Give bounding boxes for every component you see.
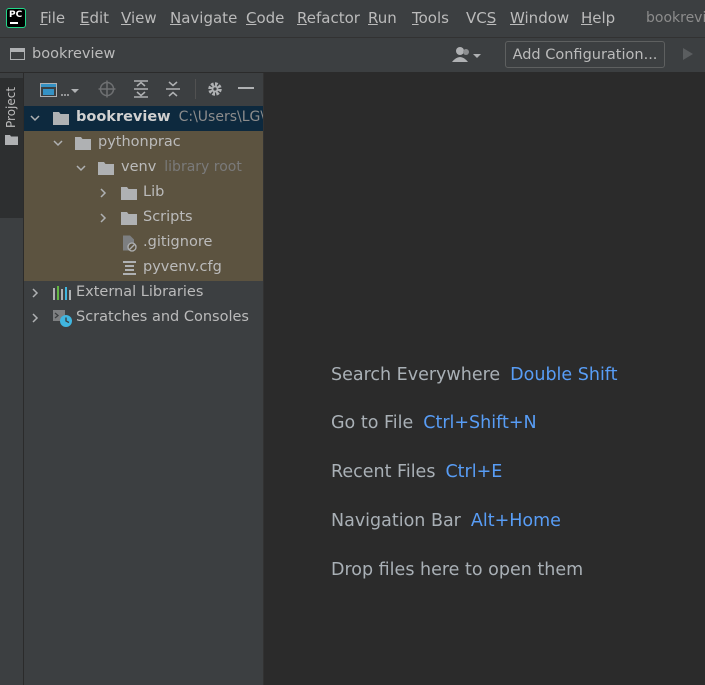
- tree-row-pythonprac[interactable]: pythonprac: [24, 131, 263, 156]
- project-panel: bookreview C:\Users\LG\ pythonprac venv li…: [24, 73, 264, 685]
- chevron-right-icon[interactable]: [30, 313, 40, 323]
- breadcrumb-project[interactable]: bookreview: [32, 46, 115, 62]
- pycharm-logo-icon: PC: [6, 8, 26, 28]
- project-tool-tab[interactable]: Project: [0, 78, 23, 218]
- menu-navigate[interactable]: Navigate: [170, 9, 237, 27]
- folder-icon: [5, 135, 18, 145]
- run-icon[interactable]: [682, 47, 694, 61]
- folder-icon: [53, 112, 69, 125]
- folder-icon: [75, 137, 91, 150]
- menu-window[interactable]: Window: [510, 9, 569, 27]
- tree-label-scripts: Scripts: [143, 209, 193, 225]
- view-mode-dropdown-icon[interactable]: [40, 82, 80, 98]
- collapse-all-icon[interactable]: [165, 80, 181, 98]
- project-tree: bookreview C:\Users\LG\ pythonprac venv li…: [24, 106, 263, 331]
- project-tab-label: Project: [4, 86, 18, 128]
- menu-refactor[interactable]: Refactor: [297, 9, 360, 27]
- menu-help[interactable]: Help: [581, 9, 615, 27]
- ignore-file-icon: [123, 235, 137, 252]
- chevron-right-icon[interactable]: [98, 213, 108, 223]
- tree-label-scratches: Scratches and Consoles: [76, 309, 249, 325]
- hint-label: Navigation Bar: [331, 511, 461, 531]
- library-root-hint: library root: [164, 159, 242, 175]
- tree-row-pyvenv[interactable]: pyvenv.cfg: [24, 256, 263, 281]
- hint-drop-files: Drop files here to open them: [331, 560, 583, 580]
- hint-shortcut: Ctrl+Shift+N: [423, 413, 537, 433]
- hint-shortcut: Ctrl+E: [445, 462, 503, 482]
- tree-row-lib[interactable]: Lib: [24, 181, 263, 206]
- project-toolbar: [24, 73, 263, 105]
- menu-view[interactable]: View: [121, 9, 157, 27]
- scratches-consoles-icon: [53, 310, 72, 327]
- toolbar-divider: [195, 79, 196, 99]
- chevron-down-icon[interactable]: [30, 113, 40, 123]
- tree-label-external-libraries: External Libraries: [76, 284, 204, 300]
- hint-go-to-file: Go to File Ctrl+Shift+N: [331, 413, 537, 433]
- tree-row-gitignore[interactable]: .gitignore: [24, 231, 263, 256]
- tree-row-bookreview[interactable]: bookreview C:\Users\LG\: [24, 106, 263, 131]
- folder-icon: [121, 187, 137, 200]
- project-folder-icon: [10, 48, 25, 60]
- chevron-down-icon[interactable]: [76, 163, 86, 173]
- tree-row-scripts[interactable]: Scripts: [24, 206, 263, 231]
- tool-window-strip: Project: [0, 73, 24, 685]
- chevron-right-icon[interactable]: [98, 188, 108, 198]
- tree-label-pythonprac: pythonprac: [98, 134, 181, 150]
- hint-search-everywhere: Search Everywhere Double Shift: [331, 365, 618, 385]
- settings-gear-icon[interactable]: [206, 80, 224, 98]
- menu-run[interactable]: Run: [368, 9, 397, 27]
- external-libraries-icon: [53, 286, 71, 300]
- hint-shortcut: Double Shift: [510, 365, 618, 385]
- tree-row-scratches[interactable]: Scratches and Consoles: [24, 306, 263, 331]
- hint-label: Drop files here to open them: [331, 560, 584, 580]
- menu-vcs[interactable]: VCS: [466, 9, 496, 27]
- hint-recent-files: Recent Files Ctrl+E: [331, 462, 502, 482]
- config-file-icon: [123, 261, 136, 275]
- menu-edit[interactable]: Edit: [80, 9, 109, 27]
- expand-all-icon[interactable]: [133, 80, 149, 98]
- hint-label: Search Everywhere: [331, 365, 501, 385]
- tree-label-gitignore: .gitignore: [143, 234, 213, 250]
- navigation-bar: bookreview Add Configuration...: [0, 38, 705, 73]
- hint-label: Go to File: [331, 413, 414, 433]
- tree-row-external-libraries[interactable]: External Libraries: [24, 281, 263, 306]
- tree-label-pyvenv: pyvenv.cfg: [143, 259, 222, 275]
- menu-tools[interactable]: Tools: [412, 9, 449, 27]
- menu-file[interactable]: File: [40, 9, 65, 27]
- tree-label-bookreview: bookreview: [76, 109, 171, 125]
- chevron-down-icon[interactable]: [53, 138, 63, 148]
- locate-file-icon[interactable]: [98, 80, 116, 98]
- editor-area: Search Everywhere Double Shift Go to File…: [264, 73, 705, 685]
- tree-row-venv[interactable]: venv library root: [24, 156, 263, 181]
- folder-icon: [121, 212, 137, 225]
- vcs-user-icon[interactable]: [451, 46, 483, 64]
- hint-label: Recent Files: [331, 462, 436, 482]
- tree-path-hint: C:\Users\LG\: [178, 109, 263, 125]
- chevron-right-icon[interactable]: [30, 288, 40, 298]
- tree-label-lib: Lib: [143, 184, 165, 200]
- hide-panel-icon[interactable]: [238, 86, 254, 90]
- menu-code[interactable]: Code: [246, 9, 284, 27]
- hint-shortcut: Alt+Home: [470, 511, 561, 531]
- tree-label-venv: venv: [121, 159, 157, 175]
- folder-icon: [98, 162, 114, 175]
- menu-bar: PC File Edit View Navigate Code Refactor…: [0, 0, 705, 38]
- hint-navigation-bar: Navigation Bar Alt+Home: [331, 511, 561, 531]
- window-title: bookrevi: [646, 10, 705, 26]
- add-configuration-button[interactable]: Add Configuration...: [505, 41, 665, 68]
